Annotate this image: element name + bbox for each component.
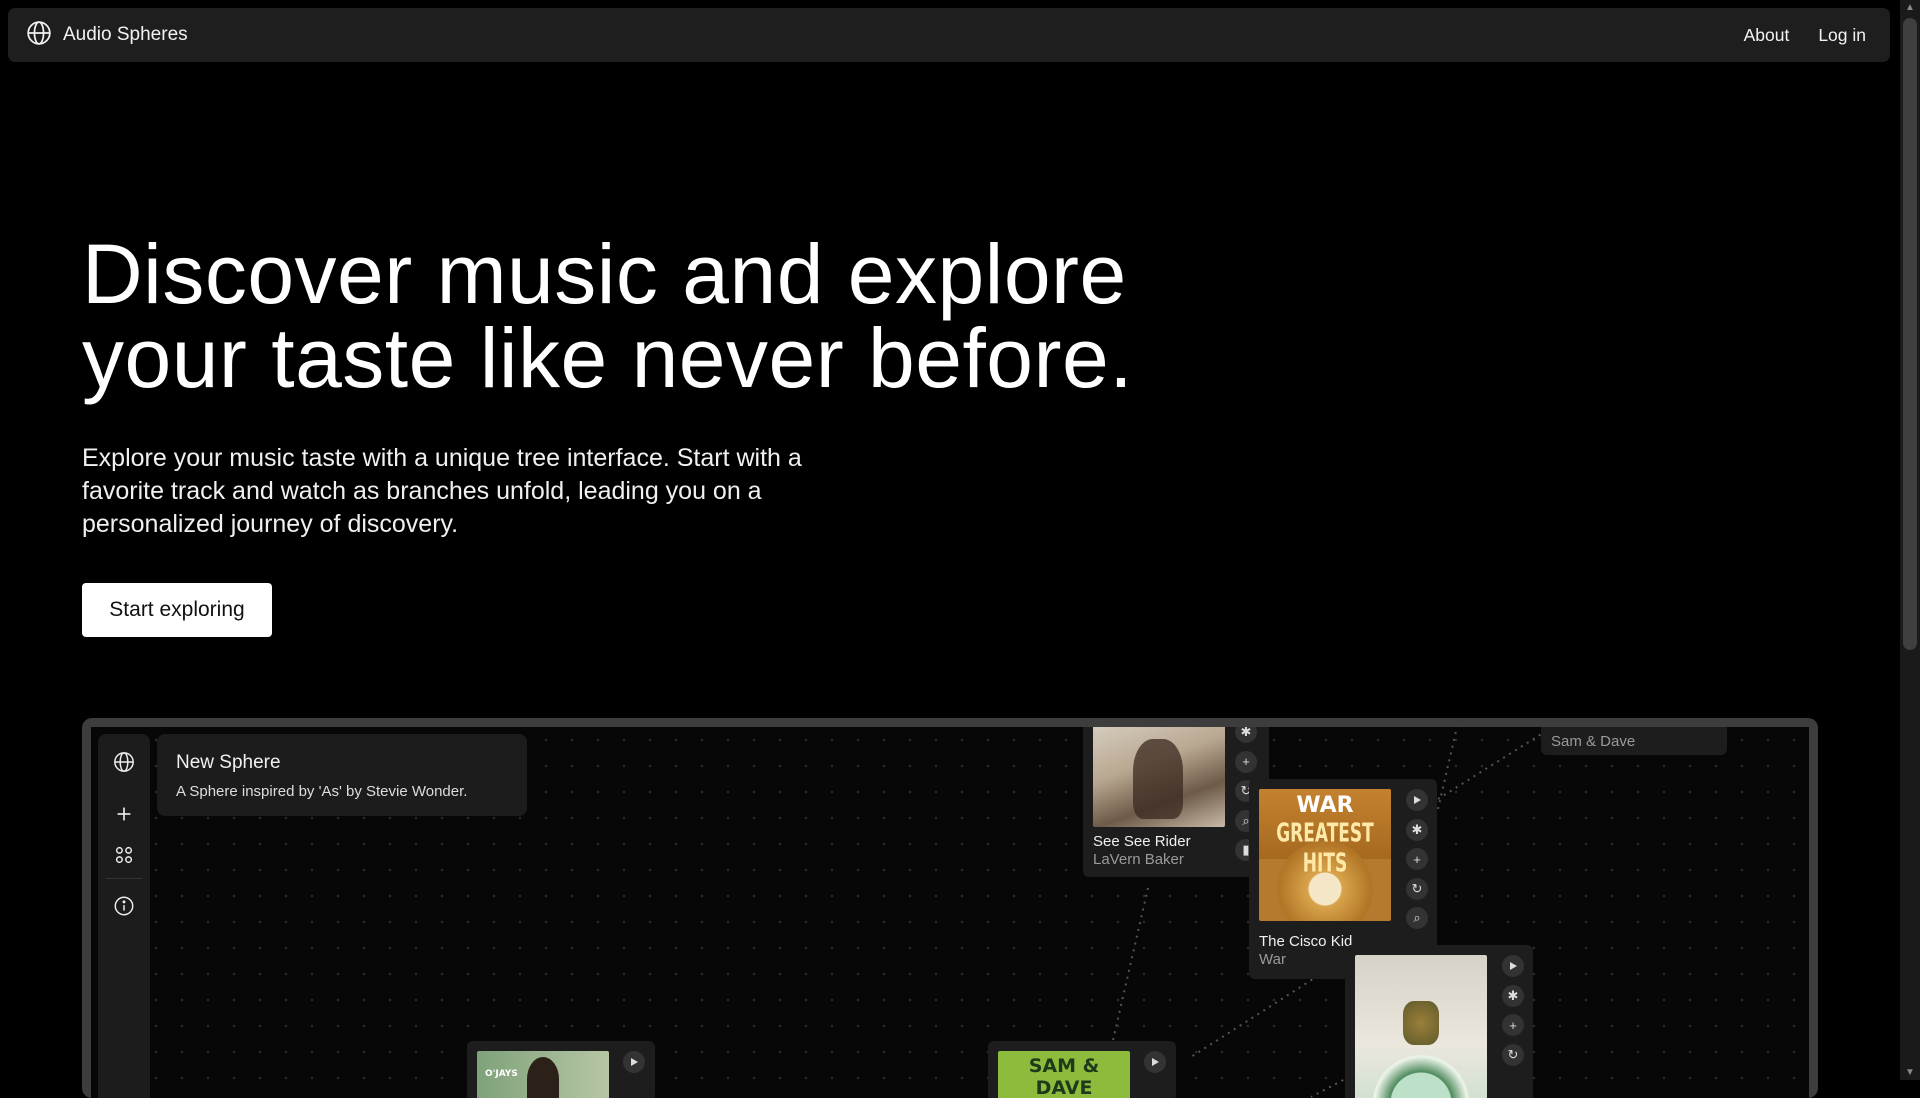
play-icon[interactable] (1406, 789, 1428, 811)
asterisk-icon[interactable]: ✱ (1235, 727, 1257, 743)
play-icon[interactable] (623, 1051, 645, 1073)
track-node-see-see-rider[interactable]: See See Rider LaVern Baker ✱ + ↻ ⌕ ▮ (1083, 727, 1269, 877)
track-title: The Cisco Kid (1259, 933, 1353, 950)
plus-icon[interactable]: + (1502, 1014, 1524, 1036)
plus-icon[interactable] (111, 801, 137, 827)
login-link[interactable]: Log in (1818, 25, 1866, 46)
plus-icon[interactable]: + (1406, 848, 1428, 870)
search-icon[interactable]: ⌕ (1406, 907, 1428, 929)
plus-icon[interactable]: + (1235, 750, 1257, 773)
hero-subtitle-line-2: favorite track and watch as branches unf… (82, 477, 762, 505)
asterisk-icon[interactable]: ✱ (1502, 984, 1524, 1007)
grid-icon[interactable] (111, 842, 137, 868)
album-cover: WAR GREATEST HITS (1259, 789, 1391, 921)
track-node-ojays[interactable]: O'JAYS (467, 1041, 655, 1098)
play-icon[interactable] (1502, 955, 1524, 977)
hero-subtitle-line-3: personalized journey of discovery. (82, 510, 459, 538)
track-node-orchestra[interactable]: ✱ + ↻ (1345, 945, 1533, 1098)
scrollbar-thumb[interactable] (1903, 18, 1917, 650)
top-navbar: Audio Spheres About Log in (8, 8, 1890, 62)
cover-text: O'JAYS (485, 1069, 518, 1079)
hero-title-line-2: your taste like never before. (82, 311, 1134, 405)
scroll-down-icon[interactable]: ▼ (1905, 1067, 1915, 1078)
track-title: See See Rider (1093, 833, 1191, 850)
start-exploring-button[interactable]: Start exploring (82, 583, 272, 637)
album-cover (1093, 727, 1225, 827)
info-icon[interactable] (111, 893, 137, 919)
sphere-title: New Sphere (176, 752, 281, 773)
globe-icon[interactable] (111, 749, 137, 775)
toolbar-divider (106, 878, 142, 879)
globe-icon (26, 20, 52, 51)
track-node-sam-and-dave[interactable]: Sam & Dave (1541, 727, 1727, 755)
track-artist: LaVern Baker (1093, 851, 1184, 868)
refresh-icon[interactable]: ↻ (1502, 1043, 1524, 1066)
brand-link[interactable]: Audio Spheres (26, 20, 188, 51)
cover-text-album: GREATEST HITS (1276, 819, 1374, 879)
app-preview-frame: New Sphere A Sphere inspired by 'As' by … (82, 718, 1818, 1098)
sphere-toolbar (98, 734, 150, 1098)
cover-text-band: WAR (1296, 793, 1354, 818)
hero-subtitle-line-1: Explore your music taste with a unique t… (82, 444, 802, 472)
sphere-info-panel: New Sphere A Sphere inspired by 'As' by … (157, 734, 527, 816)
sphere-description: A Sphere inspired by 'As' by Stevie Wond… (176, 783, 468, 800)
refresh-icon[interactable]: ↻ (1406, 877, 1428, 900)
album-cover: O'JAYS (477, 1051, 609, 1098)
about-link[interactable]: About (1744, 25, 1790, 46)
album-cover (1355, 955, 1487, 1098)
page-scrollbar[interactable]: ▲ ▼ (1900, 0, 1920, 1080)
play-icon[interactable] (1144, 1051, 1166, 1073)
album-cover: SAM & DAVE (998, 1051, 1130, 1098)
hero-title: Discover music and explore your taste li… (82, 232, 1133, 400)
track-artist: War (1259, 951, 1286, 968)
cover-text: SAM & DAVE (1028, 1055, 1100, 1098)
track-artist: Sam & Dave (1551, 733, 1636, 750)
hero-title-line-1: Discover music and explore (82, 227, 1127, 321)
hero-subtitle: Explore your music taste with a unique t… (82, 442, 862, 541)
app-name: Audio Spheres (63, 24, 188, 45)
track-node-sam-dave-bottom[interactable]: SAM & DAVE (988, 1041, 1176, 1098)
asterisk-icon[interactable]: ✱ (1406, 818, 1428, 841)
sphere-canvas[interactable]: New Sphere A Sphere inspired by 'As' by … (91, 727, 1809, 1098)
scroll-up-icon[interactable]: ▲ (1905, 2, 1915, 13)
